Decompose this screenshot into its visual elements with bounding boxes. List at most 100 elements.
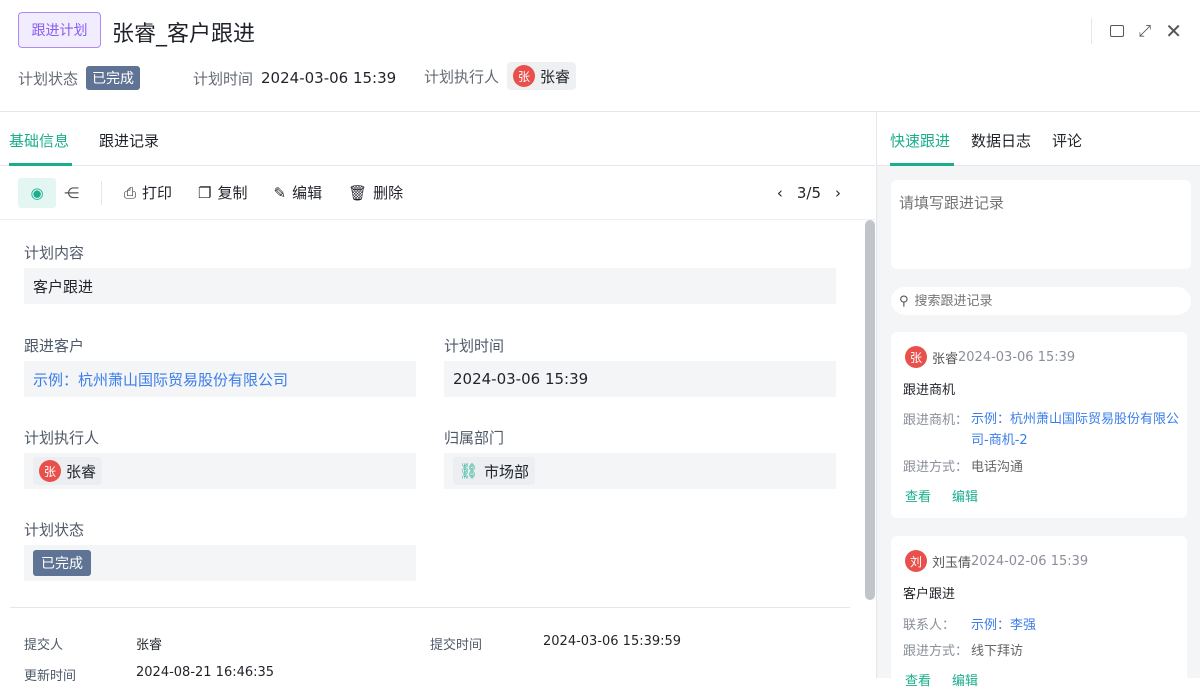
- executor-field[interactable]: 张张睿: [24, 453, 416, 489]
- follow-record-input[interactable]: [891, 180, 1191, 269]
- name: 张睿: [540, 67, 571, 86]
- status-field[interactable]: 已完成: [24, 545, 416, 581]
- status-badge: 已完成: [33, 550, 91, 576]
- avatar: 张: [513, 65, 536, 87]
- value: 2024-03-06 15:39: [261, 69, 397, 87]
- page-indicator: 3/5: [796, 183, 821, 202]
- record-header: 刘刘玉倩 2024-02-06 15:39: [905, 550, 1088, 572]
- label: 计划时间: [193, 69, 254, 88]
- copy-button[interactable]: ❐ 复制: [198, 182, 247, 203]
- search-input[interactable]: [914, 293, 1165, 309]
- label: 提交人: [24, 638, 64, 653]
- label: 计划执行人: [424, 67, 500, 86]
- avatar: 张: [39, 460, 61, 482]
- label: 提交时间: [430, 638, 483, 653]
- label: 编辑: [292, 184, 323, 202]
- label: 打印: [142, 184, 173, 202]
- label: 计划状态: [24, 521, 85, 539]
- record-type: 跟进商机: [903, 383, 956, 398]
- search-box[interactable]: ⚲: [891, 287, 1191, 315]
- dept-field[interactable]: ⛓ 市场部: [444, 453, 836, 489]
- value: 电话沟通: [971, 460, 1024, 475]
- pencil-icon: ✎: [273, 183, 287, 202]
- time: 2024-03-06 15:39: [958, 349, 1076, 365]
- divider: [1091, 18, 1093, 44]
- opportunity-link[interactable]: 示例：杭州萧山国际贸易股份有限公司-商机-2: [971, 409, 1181, 451]
- scrollbar[interactable]: [865, 220, 875, 600]
- customer-link[interactable]: 示例：杭州萧山国际贸易股份有限公司: [24, 361, 416, 397]
- value: 线下拜访: [971, 644, 1024, 659]
- name: 张睿: [66, 462, 97, 481]
- right-tabs: 快速跟进 数据日志 评论: [877, 112, 1200, 166]
- pager: ‹ 3/5 ›: [777, 184, 841, 202]
- record-card: 刘刘玉倩 2024-02-06 15:39 客户跟进 联系人： 示例：李强 跟进方…: [891, 536, 1187, 696]
- toolbar: ◉ ⋲ ⎙ 打印 ❐ 复制 ✎ 编辑 🗑 删除 ‹ 3/5 ›: [0, 166, 875, 220]
- printer-icon: ⎙: [124, 183, 137, 202]
- expand-icon[interactable]: ⤢: [1138, 21, 1151, 41]
- time-field[interactable]: 2024-03-06 15:39: [444, 361, 836, 397]
- label: 更新时间: [24, 669, 77, 684]
- page-title: 张睿_客户跟进: [112, 22, 256, 47]
- label: 计划内容: [24, 244, 85, 262]
- main-tabs: 基础信息 跟进记录: [0, 112, 875, 166]
- tab-comments[interactable]: 评论: [1052, 130, 1082, 151]
- label: 跟进商机：: [903, 413, 969, 428]
- content-field[interactable]: 客户跟进: [24, 268, 836, 304]
- window-controls: ⤢ ✕: [1091, 18, 1182, 44]
- close-icon[interactable]: ✕: [1165, 19, 1182, 43]
- label: 跟进方式：: [903, 644, 969, 659]
- delete-button[interactable]: 🗑 删除: [348, 182, 403, 203]
- view-link[interactable]: 查看: [905, 670, 931, 689]
- name: 市场部: [484, 462, 530, 481]
- value: 张睿: [136, 638, 163, 653]
- status-badge: 已完成: [86, 66, 141, 90]
- right-panel: 快速跟进 数据日志 评论 ⚲ 张张睿2024-03-06 15:39 跟进商机 …: [876, 112, 1200, 696]
- contact-link[interactable]: 示例：李强: [971, 614, 1036, 633]
- edit-button[interactable]: ✎ 编辑: [274, 182, 323, 203]
- time: 2024-02-06 15:39: [971, 553, 1089, 569]
- prev-icon[interactable]: ‹: [777, 184, 783, 202]
- record-header: 张张睿 2024-03-06 15:39: [905, 346, 1075, 368]
- edit-link[interactable]: 编辑: [952, 670, 978, 689]
- author: 张睿: [932, 351, 959, 367]
- record-card: 张张睿 2024-03-06 15:39 跟进商机 跟进商机： 示例：杭州萧山国际…: [891, 332, 1187, 518]
- org-icon: ⛓: [459, 462, 479, 480]
- label: 计划执行人: [24, 429, 100, 447]
- tab-follow-records[interactable]: 跟进记录: [99, 130, 159, 151]
- meta-status: 计划状态 已完成: [18, 64, 141, 92]
- divider: [10, 607, 850, 608]
- label: 复制: [217, 184, 248, 202]
- label: 跟进方式：: [903, 460, 969, 475]
- executor-chip: 张张睿: [33, 457, 103, 485]
- sidebar-toggle-icon[interactable]: [1110, 25, 1125, 37]
- meta-time: 计划时间 2024-03-06 15:39: [193, 64, 396, 92]
- search-icon: ⚲: [899, 293, 909, 309]
- next-icon[interactable]: ›: [835, 184, 841, 202]
- print-button[interactable]: ⎙ 打印: [124, 182, 172, 203]
- label: 归属部门: [444, 429, 505, 447]
- tab-quick-follow[interactable]: 快速跟进: [890, 130, 950, 151]
- label: 计划时间: [444, 337, 505, 355]
- tab-basic-info[interactable]: 基础信息: [9, 130, 69, 151]
- label: 删除: [373, 184, 404, 202]
- copy-icon: ❐: [198, 183, 212, 202]
- record-type-tag: 跟进计划: [18, 12, 101, 48]
- dept-chip: ⛓ 市场部: [453, 457, 536, 485]
- record-type: 客户跟进: [903, 587, 956, 602]
- avatar: 张: [905, 346, 927, 368]
- author: 刘玉倩: [932, 555, 972, 571]
- view-link[interactable]: 查看: [905, 486, 931, 505]
- trash-icon: 🗑: [348, 183, 368, 202]
- preview-icon[interactable]: ◉: [18, 177, 56, 208]
- active-tab-indicator: [890, 163, 954, 166]
- executor-chip[interactable]: 张张睿: [507, 62, 577, 90]
- avatar: 刘: [905, 550, 927, 572]
- label: 计划状态: [18, 69, 79, 88]
- divider: [101, 180, 102, 205]
- meta-executor: 计划执行人张张睿: [424, 62, 577, 90]
- tab-data-log[interactable]: 数据日志: [971, 130, 1031, 151]
- share-icon[interactable]: ⋲: [64, 184, 79, 202]
- label: 跟进客户: [24, 337, 85, 355]
- edit-link[interactable]: 编辑: [952, 486, 978, 505]
- value: 2024-03-06 15:39:59: [543, 634, 682, 649]
